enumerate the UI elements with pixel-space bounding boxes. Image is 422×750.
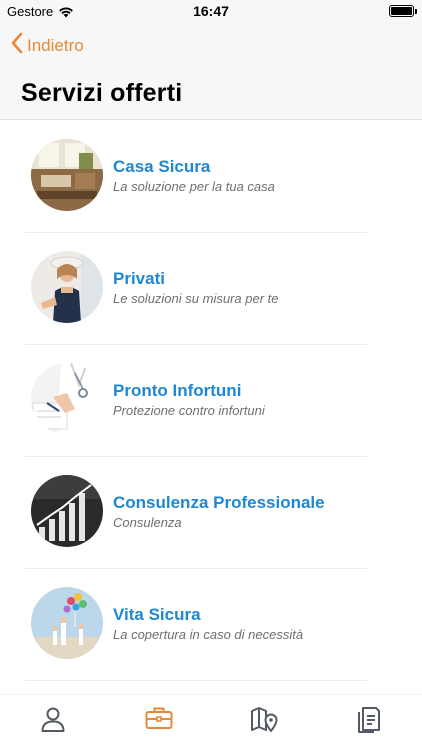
list-item-casa-sicura[interactable]: Casa Sicura La soluzione per la tua casa <box>0 121 422 233</box>
tab-map[interactable] <box>244 706 284 736</box>
tab-documents[interactable] <box>349 706 389 736</box>
status-time: 16:47 <box>193 3 229 19</box>
item-subtitle: Protezione contro infortuni <box>113 403 265 418</box>
item-subtitle: Consulenza <box>113 515 182 530</box>
item-subtitle: La soluzione per la tua casa <box>113 179 275 194</box>
person-icon <box>40 706 66 736</box>
briefcase-icon <box>145 706 173 736</box>
map-pin-icon <box>250 706 278 736</box>
page-title: Servizi offerti <box>21 79 183 107</box>
item-title: Vita Sicura <box>113 605 201 624</box>
status-bar: Gestore 16:47 <box>0 0 422 22</box>
item-title: Privati <box>113 269 165 288</box>
services-list: Casa Sicura La soluzione per la tua casa… <box>0 121 422 681</box>
back-button[interactable]: Indietro <box>10 32 84 59</box>
list-item-privati[interactable]: Privati Le soluzioni su misura per te <box>0 233 422 345</box>
item-subtitle: La copertura in caso di necessità <box>113 627 304 642</box>
item-title: Pronto Infortuni <box>113 381 242 400</box>
list-item-consulenza-professionale[interactable]: Consulenza Professionale Consulenza <box>0 457 422 569</box>
woman-with-hat-photo <box>31 251 103 323</box>
navigation-header: Indietro Servizi offerti <box>0 22 422 120</box>
item-subtitle: Le soluzioni su misura per te <box>113 291 279 306</box>
document-icon <box>357 706 381 736</box>
back-label: Indietro <box>27 35 84 55</box>
living-room-photo <box>31 139 103 211</box>
item-title: Consulenza Professionale <box>113 493 325 512</box>
tab-profile[interactable] <box>33 706 73 736</box>
tab-bar <box>0 694 422 750</box>
list-item-vita-sicura[interactable]: Vita Sicura La copertura in caso di nece… <box>0 569 422 681</box>
item-title: Casa Sicura <box>113 157 211 176</box>
chevron-left-icon <box>10 32 23 59</box>
list-item-pronto-infortuni[interactable]: Pronto Infortuni Protezione contro infor… <box>0 345 422 457</box>
divider <box>25 680 367 681</box>
tab-services[interactable] <box>139 706 179 736</box>
growth-chart-photo <box>31 475 103 547</box>
battery-icon <box>389 5 417 17</box>
family-balloons-photo <box>31 587 103 659</box>
doctor-writing-photo <box>31 363 103 435</box>
